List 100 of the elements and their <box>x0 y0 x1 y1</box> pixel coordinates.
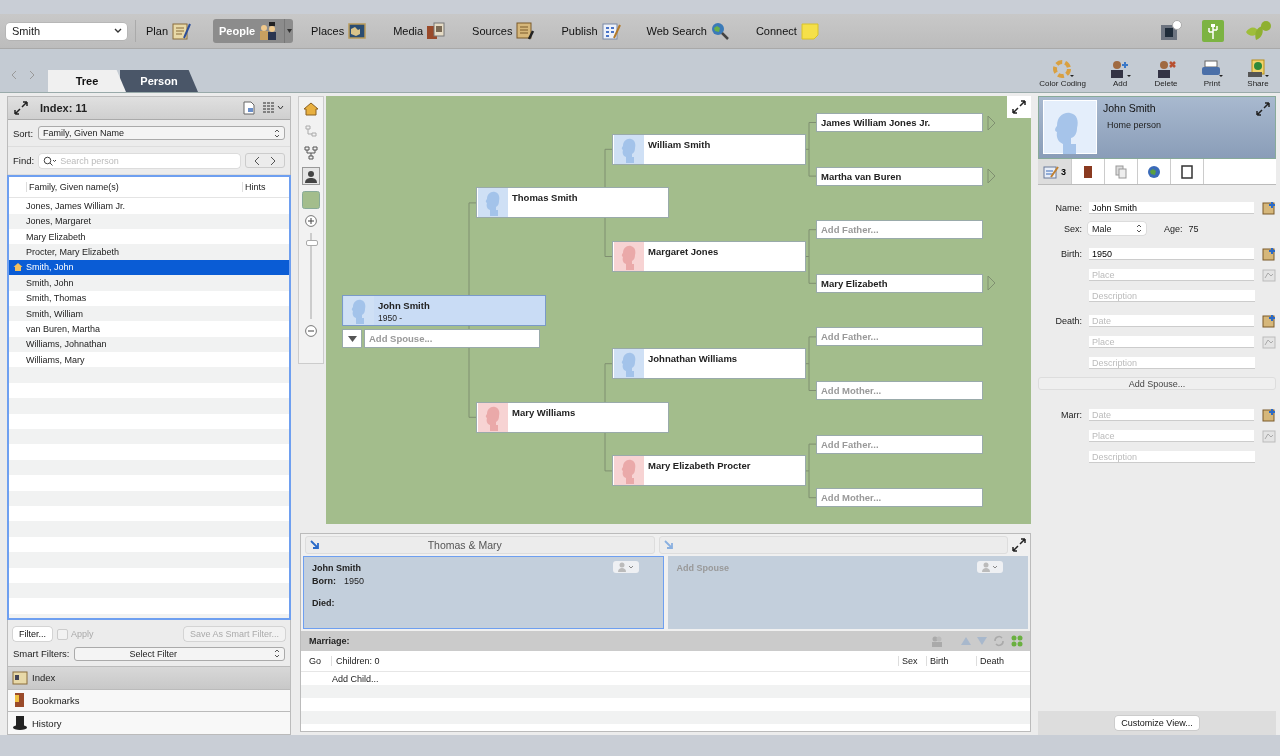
home-icon[interactable] <box>303 101 319 117</box>
section-tab[interactable]: History <box>8 711 290 734</box>
zoom-slider[interactable] <box>306 233 316 319</box>
toolbar-button[interactable]: Places <box>307 19 372 43</box>
scanner-icon[interactable] <box>1160 20 1182 42</box>
toolbar-button[interactable]: Print <box>1196 59 1228 88</box>
add-source-icon[interactable] <box>1262 246 1276 261</box>
map-icon[interactable] <box>1262 267 1276 282</box>
list-row[interactable]: Smith, John <box>9 275 289 291</box>
person-icon[interactable] <box>302 167 320 185</box>
description-field[interactable]: Description <box>1089 290 1255 301</box>
parents-header[interactable]: Thomas & Mary <box>305 536 655 554</box>
tree-icon[interactable] <box>1202 20 1224 42</box>
place-field[interactable]: Place <box>1089 336 1254 347</box>
add-source-icon[interactable] <box>1262 407 1276 422</box>
background-color-icon[interactable] <box>302 191 320 209</box>
column-header[interactable]: Hints <box>242 182 289 193</box>
view-tab[interactable]: Person <box>120 70 198 92</box>
column-header[interactable]: Go <box>301 656 331 666</box>
expand-icon[interactable] <box>1256 102 1270 116</box>
toolbar-button[interactable]: Sources <box>468 19 540 43</box>
tree-layout-icon[interactable] <box>303 145 319 161</box>
add-source-icon[interactable] <box>1262 313 1276 328</box>
list-row[interactable]: Smith, Thomas <box>9 290 289 306</box>
person-card[interactable]: Mary Elizabeth Procter <box>612 455 806 487</box>
toolbar-button[interactable]: Connect <box>751 19 824 43</box>
arrow-icon[interactable] <box>663 540 674 550</box>
expand-arrow-icon[interactable] <box>987 114 996 131</box>
family-icon[interactable] <box>1010 634 1024 648</box>
customize-view-button[interactable]: Customize View... <box>1115 716 1199 730</box>
list-row[interactable]: Jones, James William Jr. <box>9 198 289 214</box>
map-icon[interactable] <box>1262 428 1276 443</box>
list-row[interactable]: Procter, Mary Elizabeth <box>9 244 289 260</box>
column-header[interactable]: Family, Given name(s) <box>26 182 242 193</box>
toolbar-button[interactable]: Publish <box>557 19 625 43</box>
search-field[interactable]: Search person <box>39 153 240 168</box>
detail-tab[interactable]: 3 <box>1038 159 1072 184</box>
date-field[interactable]: 1950 <box>1089 248 1254 259</box>
name-field[interactable]: John Smith <box>1089 202 1254 213</box>
gender-menu-button[interactable] <box>612 561 639 573</box>
date-field[interactable]: Date <box>1089 409 1254 420</box>
person-card[interactable]: Thomas Smith <box>476 187 669 219</box>
dropdown-toggle[interactable] <box>284 19 294 43</box>
zoom-in-icon[interactable] <box>305 215 317 227</box>
person-card[interactable]: Johnathan Williams <box>612 348 806 380</box>
toolbar-button[interactable]: Share <box>1242 59 1274 88</box>
toolbar-button[interactable]: Color Coding <box>1035 59 1090 88</box>
description-field[interactable]: Description <box>1089 357 1255 368</box>
person-card[interactable]: Margaret Jones <box>612 241 806 272</box>
document-icon[interactable] <box>242 100 256 115</box>
date-field[interactable]: Date <box>1089 315 1254 326</box>
spouse-dropdown-button[interactable] <box>342 329 362 349</box>
smart-filter-select[interactable]: Select Filter <box>74 646 285 661</box>
partner-card[interactable]: John Smith Born: 1950 Died: <box>303 556 664 629</box>
expand-arrow-icon[interactable] <box>987 275 996 292</box>
toolbar-button[interactable]: Media <box>389 19 451 43</box>
add-child-button[interactable]: Add Child... <box>301 673 379 684</box>
gender-menu-button[interactable] <box>977 561 1003 573</box>
toolbar-button[interactable]: Web Search <box>642 19 734 43</box>
family-select[interactable]: Smith <box>6 22 127 40</box>
person-card[interactable]: James William Jones Jr. <box>816 113 983 132</box>
expand-icon[interactable] <box>14 100 28 115</box>
previous-next-buttons[interactable] <box>245 153 285 169</box>
arrow-icon[interactable] <box>310 540 320 550</box>
toolbar-button[interactable]: Delete <box>1150 59 1182 88</box>
chart-layout-icon[interactable] <box>303 123 319 139</box>
list-row[interactable]: Williams, Johnathan <box>9 336 289 353</box>
filter-button[interactable]: Filter... <box>13 627 52 642</box>
person-card[interactable]: Mary Elizabeth <box>816 273 983 293</box>
columns-icon[interactable] <box>262 100 284 115</box>
column-header[interactable]: Birth <box>926 656 976 666</box>
section-tab[interactable]: Bookmarks <box>8 688 290 712</box>
person-card[interactable]: William Smith <box>612 133 806 165</box>
toolbar-button[interactable]: Add <box>1104 59 1136 88</box>
list-row[interactable]: Williams, Mary <box>9 352 289 368</box>
place-field[interactable]: Place <box>1089 269 1254 280</box>
map-icon[interactable] <box>1262 334 1276 349</box>
leaf-icon[interactable] <box>1244 20 1272 42</box>
person-card[interactable]: Martha van Buren <box>816 166 983 186</box>
column-header[interactable]: Children: 0 <box>331 656 898 666</box>
column-header[interactable]: Death <box>976 656 1030 666</box>
column-header[interactable]: Sex <box>898 656 926 666</box>
toolbar-button[interactable]: Plan <box>142 19 196 43</box>
sort-select[interactable]: Family, Given Name <box>38 126 285 141</box>
expand-icon[interactable] <box>1007 96 1031 118</box>
list-row[interactable]: Mary Elizabeth <box>9 228 289 245</box>
sex-select[interactable]: Male <box>1088 222 1146 235</box>
place-field[interactable]: Place <box>1089 430 1254 441</box>
add-spouse-button[interactable]: Add Spouse... <box>1038 377 1276 390</box>
list-row[interactable]: van Buren, Martha <box>9 321 289 337</box>
list-row[interactable]: Smith, William <box>9 305 289 322</box>
person-card[interactable]: Mary Williams <box>476 401 669 433</box>
expand-icon[interactable] <box>1012 538 1026 552</box>
section-tab[interactable]: Index <box>8 665 290 689</box>
zoom-out-icon[interactable] <box>305 325 317 337</box>
list-row[interactable]: Jones, Margaret <box>9 213 289 229</box>
view-tab[interactable]: Tree <box>48 70 126 92</box>
expand-arrow-icon[interactable] <box>987 168 996 185</box>
description-field[interactable]: Description <box>1089 451 1255 462</box>
person-card[interactable]: John Smith 1950 - <box>342 294 546 326</box>
